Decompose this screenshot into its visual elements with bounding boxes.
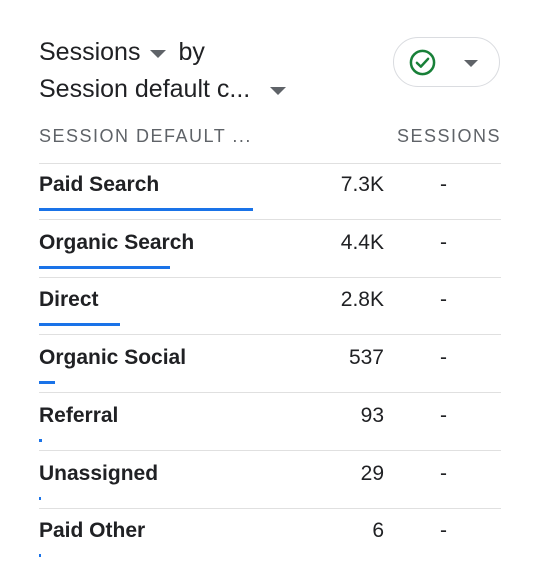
comparison-value: - bbox=[440, 173, 447, 196]
channel-name: Paid Other bbox=[39, 519, 146, 542]
chevron-down-icon bbox=[464, 60, 478, 67]
card-title-line-2: Session default c... bbox=[39, 75, 287, 104]
share-bar bbox=[39, 554, 41, 557]
comparison-value: - bbox=[440, 462, 447, 485]
sessions-column-header[interactable]: SESSIONS bbox=[397, 126, 501, 147]
channel-name: Referral bbox=[39, 404, 119, 427]
sessions-value: 29 bbox=[360, 462, 384, 485]
metric-selector-label[interactable]: Sessions bbox=[39, 38, 140, 67]
share-bar bbox=[39, 323, 120, 326]
table-row[interactable]: Paid Search 7.3K - bbox=[39, 163, 501, 220]
table-row[interactable]: Referral 93 - bbox=[39, 394, 501, 451]
dimension-column-header[interactable]: SESSION DEFAULT ... bbox=[39, 126, 252, 147]
table-row[interactable]: Organic Search 4.4K - bbox=[39, 221, 501, 278]
channel-name: Paid Search bbox=[39, 173, 160, 196]
sessions-by-channel-card: Sessions by Session default c... SESSION… bbox=[0, 0, 536, 576]
share-bar bbox=[39, 497, 41, 500]
row-divider bbox=[39, 219, 501, 220]
metric-dropdown-caret-icon[interactable] bbox=[150, 50, 167, 58]
row-divider bbox=[39, 392, 501, 393]
sessions-value: 2.8K bbox=[340, 288, 384, 311]
row-divider bbox=[39, 450, 501, 451]
comparison-value: - bbox=[440, 519, 447, 542]
channel-name: Direct bbox=[39, 288, 99, 311]
sessions-value: 6 bbox=[372, 519, 384, 542]
comparison-value: - bbox=[440, 346, 447, 369]
compare-menu-button[interactable] bbox=[393, 37, 500, 87]
sessions-value: 537 bbox=[348, 346, 384, 369]
dimension-dropdown-caret-icon[interactable] bbox=[270, 87, 287, 95]
table-header: SESSION DEFAULT ... SESSIONS bbox=[39, 126, 501, 148]
card-title-line-1: Sessions by bbox=[39, 38, 205, 67]
title-by-label: by bbox=[178, 38, 205, 66]
table-row[interactable]: Organic Social 537 - bbox=[39, 336, 501, 393]
table-row[interactable]: Unassigned 29 - bbox=[39, 452, 501, 509]
table-row[interactable]: Direct 2.8K - bbox=[39, 278, 501, 335]
table-row[interactable]: Paid Other 6 - bbox=[39, 509, 501, 566]
channel-name: Organic Social bbox=[39, 346, 187, 369]
comparison-value: - bbox=[440, 404, 447, 427]
dimension-selector-label[interactable]: Session default c... bbox=[39, 75, 250, 104]
comparison-value: - bbox=[440, 288, 447, 311]
check-circle-icon bbox=[409, 49, 436, 76]
sessions-value: 4.4K bbox=[340, 231, 384, 254]
comparison-value: - bbox=[440, 231, 447, 254]
sessions-value: 7.3K bbox=[340, 173, 384, 196]
row-divider bbox=[39, 334, 501, 335]
share-bar bbox=[39, 381, 55, 384]
channel-name: Organic Search bbox=[39, 231, 195, 254]
sessions-value: 93 bbox=[360, 404, 384, 427]
share-bar bbox=[39, 208, 253, 211]
share-bar bbox=[39, 439, 42, 442]
channel-name: Unassigned bbox=[39, 462, 159, 485]
share-bar bbox=[39, 266, 170, 269]
